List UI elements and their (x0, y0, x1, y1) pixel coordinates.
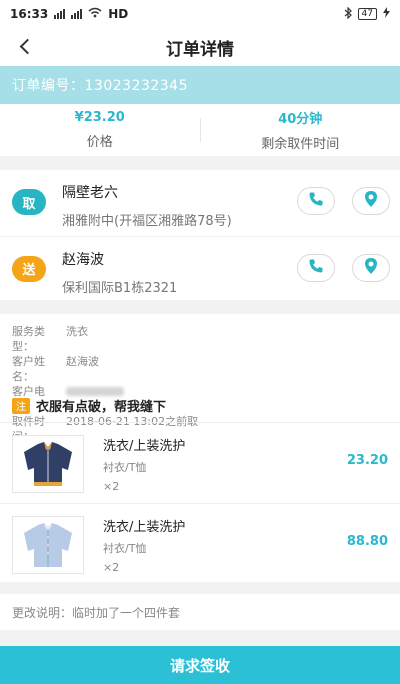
signal-icon-2 (71, 9, 83, 19)
order-details-card: 服务类型： 洗衣 客户姓名： 赵海波 客户电话： 取件时间： 2018-06-2… (0, 314, 400, 582)
pickup-info: 隔壁老六 湘雅附中(开福区湘雅路78号) (62, 182, 232, 229)
price-value: ¥23.20 (74, 110, 125, 125)
service-type-value: 洗衣 (66, 325, 88, 338)
service-type-line: 服务类型： 洗衣 (12, 324, 198, 354)
dark-jacket-icon (12, 435, 84, 493)
light-shirt-icon (12, 516, 84, 574)
item-price: 23.20 (346, 453, 388, 468)
bluetooth-icon (344, 6, 352, 22)
phone-icon (308, 258, 324, 278)
battery-icon: 47 (357, 8, 377, 20)
list-item[interactable]: 洗衣/上装洗护 衬衣/T恤 ×2 88.80 (0, 503, 400, 583)
charging-icon (383, 7, 390, 21)
item-name: 洗衣/上装洗护 (103, 520, 186, 535)
customer-name-line: 客户姓名： 赵海波 (12, 354, 198, 384)
item-quantity: ×2 (103, 480, 120, 493)
item-quantity: ×2 (103, 561, 120, 574)
item-name: 洗衣/上装洗护 (103, 439, 186, 454)
order-stats: ¥23.20 价格 40分钟 剩余取件时间 (0, 104, 400, 156)
time-stat: 40分钟 剩余取件时间 (201, 104, 400, 156)
price-label: 价格 (86, 135, 113, 150)
item-category: 衬衣/T恤 (103, 542, 147, 555)
network-label: HD (108, 7, 129, 21)
pickup-badge: 取 (12, 189, 46, 215)
item-category: 衬衣/T恤 (103, 461, 147, 474)
delivery-address: 保利国际B1栋2321 (62, 281, 178, 296)
list-item[interactable]: 洗衣/上装洗护 衬衣/T恤 ×2 23.20 (0, 422, 400, 502)
request-signoff-button[interactable]: 请求签收 (0, 646, 400, 684)
customer-note: 注 衣服有点破，帮我缝下 (12, 396, 166, 415)
time-label: 剩余取件时间 (261, 137, 340, 152)
pickup-address: 湘雅附中(开福区湘雅路78号) (62, 214, 232, 229)
delivery-badge: 送 (12, 255, 46, 282)
customer-name-label: 客户姓名： (12, 355, 45, 383)
customer-phone-redacted (66, 387, 124, 396)
order-number: 订单编号：13023232345 (12, 78, 188, 94)
phone-icon (308, 191, 324, 211)
price-stat: ¥23.20 价格 (0, 104, 200, 156)
delivery-location-button[interactable] (352, 254, 390, 282)
order-number-bar: 订单编号：13023232345 (0, 66, 400, 104)
pickup-call-button[interactable] (297, 187, 335, 215)
delivery-row: 送 赵海波 保利国际B1栋2321 (0, 236, 400, 300)
change-note-text: 更改说明：临时加了一个四件套 (12, 605, 181, 620)
item-price: 88.80 (346, 534, 388, 549)
note-tag: 注 (12, 397, 30, 414)
chevron-left-icon (19, 38, 35, 54)
location-pin-icon (363, 257, 379, 279)
status-right: 47 (344, 6, 390, 22)
page-title: 订单详情 (166, 39, 234, 60)
delivery-call-button[interactable] (297, 254, 335, 282)
delivery-info: 赵海波 保利国际B1栋2321 (62, 249, 177, 296)
customer-name-value: 赵海波 (66, 355, 99, 368)
pickup-name: 隔壁老六 (62, 185, 118, 201)
note-text: 衣服有点破，帮我缝下 (36, 400, 167, 415)
parties-card: 取 隔壁老六 湘雅附中(开福区湘雅路78号) 送 赵海波 保利国际B1栋2321 (0, 170, 400, 300)
status-left: 16:33 HD (10, 7, 128, 21)
status-bar: 16:33 HD 47 (0, 0, 400, 28)
location-pin-icon (363, 190, 379, 212)
status-time: 16:33 (10, 7, 49, 21)
service-type-label: 服务类型： (12, 325, 45, 353)
nav-bar: 订单详情 (0, 28, 400, 66)
pickup-row: 取 隔壁老六 湘雅附中(开福区湘雅路78号) (0, 170, 400, 234)
back-button[interactable] (12, 34, 36, 58)
signal-icon (54, 9, 66, 19)
pickup-location-button[interactable] (352, 187, 390, 215)
wifi-icon (88, 7, 102, 21)
change-note: 更改说明：临时加了一个四件套 (0, 594, 400, 630)
time-value: 40分钟 (278, 112, 323, 127)
delivery-name: 赵海波 (62, 252, 104, 268)
